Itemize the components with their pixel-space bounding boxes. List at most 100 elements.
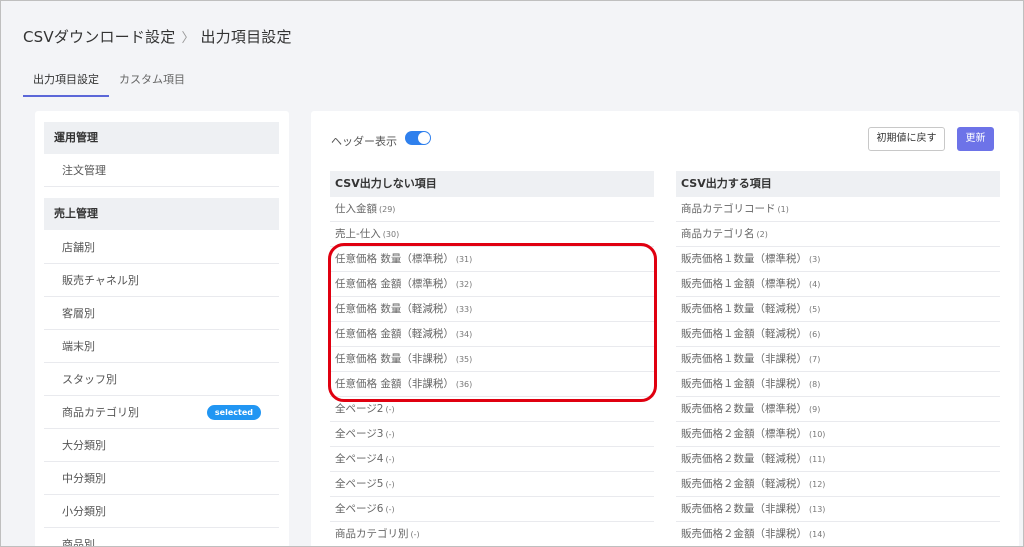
item-number: (-) (385, 455, 395, 464)
sidebar-item-store[interactable]: 店舗別 (44, 231, 279, 264)
included-item-row[interactable]: 販売価格１金額（標準税） (4) (676, 272, 1000, 297)
update-button[interactable]: 更新 (957, 127, 994, 151)
item-number: (34) (455, 330, 473, 339)
header-display-label: ヘッダー表示 (331, 135, 397, 148)
item-label: 全ページ6 (335, 503, 384, 515)
sidebar-item-category[interactable]: 商品カテゴリ別 selected (44, 396, 279, 429)
item-label: 販売価格２数量（非課税） (681, 503, 807, 515)
item-label: 販売価格２金額（非課税） (681, 528, 807, 540)
item-label: 任意価格 数量（非課税） (335, 353, 454, 365)
header-display-toggle[interactable] (405, 131, 431, 145)
item-label: 任意価格 数量（軽減税） (335, 303, 454, 315)
item-label: 全ページ2 (335, 403, 384, 415)
excluded-item-row[interactable]: 全ページ5 (-) (330, 472, 654, 497)
item-number: (4) (809, 280, 821, 289)
item-number: (1) (777, 205, 789, 214)
included-item-row[interactable]: 商品カテゴリコード (1) (676, 197, 1000, 222)
sidebar-item-product[interactable]: 商品別 (44, 528, 279, 546)
item-number: (36) (455, 380, 473, 389)
excluded-item-row[interactable]: 全ページ3 (-) (330, 422, 654, 447)
page-title: 出力項目設定 (200, 27, 292, 46)
included-item-row[interactable]: 販売価格２数量（軽減税） (11) (676, 447, 1000, 472)
included-item-row[interactable]: 販売価格１数量（軽減税） (5) (676, 297, 1000, 322)
sidebar-item-terminal[interactable]: 端末別 (44, 330, 279, 363)
item-label: 商品カテゴリ名 (681, 228, 755, 240)
excluded-item-row[interactable]: 全ページ6 (-) (330, 497, 654, 522)
sidebar-item-orders[interactable]: 注文管理 (44, 154, 279, 187)
item-label: 販売価格２数量（軽減税） (681, 453, 807, 465)
sidebar-item-minor[interactable]: 小分類別 (44, 495, 279, 528)
item-number: (13) (809, 505, 826, 514)
item-number: (5) (809, 305, 821, 314)
item-number: (-) (385, 505, 395, 514)
included-item-row[interactable]: 販売価格１金額（非課税） (8) (676, 372, 1000, 397)
included-item-row[interactable]: 販売価格２数量（非課税） (13) (676, 497, 1000, 522)
tab-custom-items[interactable]: カスタム項目 (109, 71, 195, 97)
sidebar-item-major[interactable]: 大分類別 (44, 429, 279, 462)
item-number: (7) (809, 355, 821, 364)
excluded-item-row[interactable]: 任意価格 数量（軽減税） (33) (330, 297, 654, 322)
item-number: (6) (809, 330, 821, 339)
item-label: 商品カテゴリ別 (335, 528, 409, 540)
sidebar-group-operations: 運用管理 (44, 122, 279, 154)
item-number: (33) (455, 305, 473, 314)
item-label: 販売価格１数量（軽減税） (681, 303, 807, 315)
excluded-item-row[interactable]: 任意価格 金額（非課税） (36) (330, 372, 654, 397)
excluded-item-row[interactable]: 任意価格 数量（非課税） (35) (330, 347, 654, 372)
item-label: 全ページ4 (335, 453, 384, 465)
reset-defaults-button[interactable]: 初期値に戻す (868, 127, 945, 151)
item-label: 全ページ3 (335, 428, 384, 440)
item-label: 商品カテゴリコード (681, 203, 776, 215)
item-label: 販売価格２数量（標準税） (681, 403, 807, 415)
item-number: (14) (809, 530, 826, 539)
item-label: 販売価格２金額（標準税） (681, 428, 807, 440)
included-item-row[interactable]: 販売価格２金額（非課税） (14) (676, 522, 1000, 546)
excluded-items-column: CSV出力しない項目 仕入金額 (29) 売上-仕入 (30) 任意価格 数量（標準税）… (330, 171, 654, 546)
item-label: 販売価格２金額（軽減税） (681, 478, 807, 490)
toggle-knob (418, 132, 430, 144)
included-item-row[interactable]: 販売価格２金額（軽減税） (12) (676, 472, 1000, 497)
item-number: (-) (385, 430, 395, 439)
item-number: (12) (809, 480, 826, 489)
item-number: (30) (382, 230, 400, 239)
item-label: 販売価格１金額（標準税） (681, 278, 807, 290)
item-label: 売上-仕入 (335, 228, 381, 240)
item-number: (9) (809, 405, 821, 414)
sidebar-item-middle[interactable]: 中分類別 (44, 462, 279, 495)
item-number: (31) (455, 255, 473, 264)
excluded-item-row[interactable]: 全ページ4 (-) (330, 447, 654, 472)
item-label: 任意価格 金額（非課税） (335, 378, 454, 390)
sidebar-item-customer[interactable]: 客層別 (44, 297, 279, 330)
excluded-item-row[interactable]: 商品カテゴリ別 (-) (330, 522, 654, 546)
included-item-row[interactable]: 販売価格２金額（標準税） (10) (676, 422, 1000, 447)
excluded-item-row[interactable]: 任意価格 金額（軽減税） (34) (330, 322, 654, 347)
breadcrumb-parent[interactable]: CSVダウンロード設定 (23, 26, 175, 47)
included-items-column: CSV出力する項目 商品カテゴリコード (1) 商品カテゴリ名 (2) 販売価格１数量（… (676, 171, 1000, 546)
item-label: 任意価格 金額（標準税） (335, 278, 454, 290)
item-number: (-) (410, 530, 420, 539)
item-label: 任意価格 数量（標準税） (335, 253, 454, 265)
item-number: (29) (379, 205, 396, 214)
included-items-header: CSV出力する項目 (676, 171, 1000, 197)
sidebar-item-staff[interactable]: スタッフ別 (44, 363, 279, 396)
item-label: 任意価格 金額（軽減税） (335, 328, 454, 340)
excluded-item-row[interactable]: 全ページ2 (-) (330, 397, 654, 422)
sidebar: 運用管理 注文管理 売上管理 店舗別 販売チャネル別 客層別 端末別 スタッフ別… (35, 111, 289, 546)
item-number: (3) (809, 255, 821, 264)
item-label: 販売価格１数量（非課税） (681, 353, 807, 365)
item-number: (8) (809, 380, 821, 389)
included-item-row[interactable]: 販売価格２数量（標準税） (9) (676, 397, 1000, 422)
excluded-item-row[interactable]: 任意価格 金額（標準税） (32) (330, 272, 654, 297)
included-item-row[interactable]: 販売価格１数量（標準税） (3) (676, 247, 1000, 272)
included-item-row[interactable]: 販売価格１数量（非課税） (7) (676, 347, 1000, 372)
excluded-item-row[interactable]: 仕入金額 (29) (330, 197, 654, 222)
tab-output-items[interactable]: 出力項目設定 (23, 71, 109, 97)
included-item-row[interactable]: 販売価格１金額（軽減税） (6) (676, 322, 1000, 347)
item-label: 販売価格１金額（軽減税） (681, 328, 807, 340)
sidebar-item-channel[interactable]: 販売チャネル別 (44, 264, 279, 297)
sidebar-item-label: 商品カテゴリ別 (62, 406, 139, 419)
breadcrumb: CSVダウンロード設定 〉 出力項目設定 (23, 25, 292, 47)
excluded-item-row[interactable]: 売上-仕入 (30) (330, 222, 654, 247)
excluded-item-row[interactable]: 任意価格 数量（標準税） (31) (330, 247, 654, 272)
included-item-row[interactable]: 商品カテゴリ名 (2) (676, 222, 1000, 247)
